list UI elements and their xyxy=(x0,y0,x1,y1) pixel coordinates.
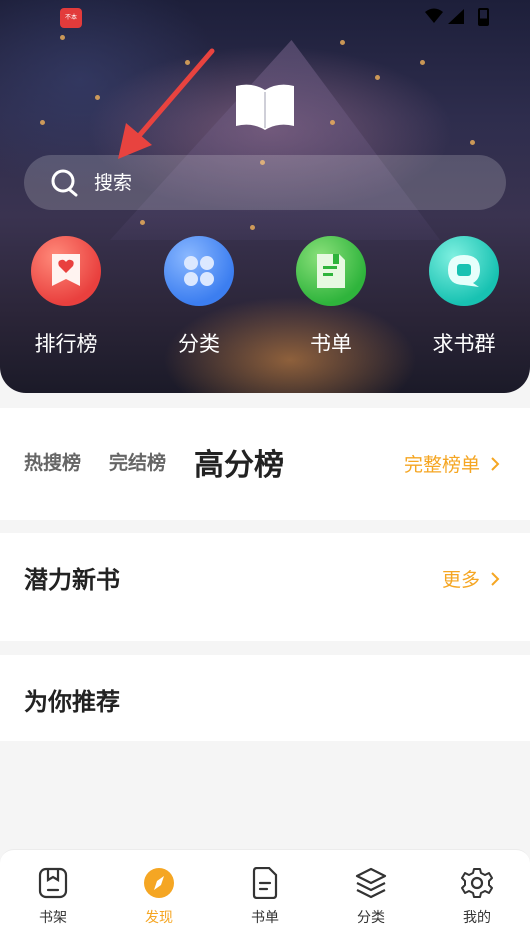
section-title: 为你推荐 xyxy=(24,688,120,716)
shortcut-label: 书单 xyxy=(310,332,352,356)
ranking-section: 热搜榜 完结榜 高分榜 完整榜单 xyxy=(0,408,530,520)
shortcut-ranking[interactable]: 排行榜 xyxy=(11,236,121,366)
lantern-light xyxy=(250,225,255,230)
status-bar: 不本 xyxy=(0,0,530,36)
section-title: 潜力新书 xyxy=(24,566,120,594)
app-notification-icon: 不本 xyxy=(60,8,82,28)
pointer-arrow-annotation xyxy=(118,48,215,159)
battery-icon xyxy=(478,8,489,26)
lantern-light xyxy=(375,75,380,80)
search-placeholder: 搜索 xyxy=(94,172,133,194)
gear-icon xyxy=(461,868,493,898)
lantern-light xyxy=(330,120,335,125)
nav-item-category[interactable]: 分类 xyxy=(318,850,424,942)
nav-label: 我的 xyxy=(463,910,491,926)
bottom-navigation: 书架 发现 书单 分类 我的 xyxy=(0,849,530,942)
new-books-section: 潜力新书 更多 xyxy=(0,533,530,641)
lantern-light xyxy=(95,95,100,100)
wifi-icon xyxy=(425,8,443,23)
search-bar[interactable]: 搜索 xyxy=(24,155,506,210)
chevron-right-icon xyxy=(491,456,500,471)
full-ranking-label: 完整榜单 xyxy=(403,454,480,476)
tab-completed[interactable]: 完结榜 xyxy=(109,448,166,475)
lantern-light xyxy=(420,60,425,65)
nav-label: 发现 xyxy=(145,910,173,926)
chevron-right-icon xyxy=(491,571,500,586)
nav-label: 分类 xyxy=(357,910,385,926)
lantern-light xyxy=(470,140,475,145)
discover-header: 不本 搜索 排行榜 分类 书单 求书群 xyxy=(0,0,530,393)
lantern-light xyxy=(340,40,345,45)
full-ranking-link[interactable]: 完整榜单 xyxy=(404,450,500,477)
more-label: 更多 xyxy=(441,569,480,591)
category-icon xyxy=(164,236,234,306)
bookshelf-icon xyxy=(38,867,68,899)
shortcut-label: 求书群 xyxy=(432,332,496,356)
nav-item-booklist[interactable]: 书单 xyxy=(212,850,318,942)
nav-item-bookshelf[interactable]: 书架 xyxy=(0,850,106,942)
chat-group-icon xyxy=(429,236,499,306)
shortcut-booklist[interactable]: 书单 xyxy=(276,236,386,366)
signal-icon xyxy=(448,9,464,24)
tab-hot-search[interactable]: 热搜榜 xyxy=(24,448,81,475)
document-icon xyxy=(252,867,278,899)
compass-icon xyxy=(144,868,174,898)
more-link[interactable]: 更多 xyxy=(442,565,500,592)
search-icon xyxy=(51,169,78,197)
shortcut-label: 排行榜 xyxy=(34,332,98,356)
nav-label: 书单 xyxy=(251,910,279,926)
book-logo-icon xyxy=(236,84,294,130)
nav-label: 书架 xyxy=(39,910,67,926)
booklist-icon xyxy=(296,236,366,306)
tab-high-score[interactable]: 高分榜 xyxy=(194,440,284,484)
nav-item-discover[interactable]: 发现 xyxy=(106,850,212,942)
shortcut-category[interactable]: 分类 xyxy=(144,236,254,366)
layers-icon xyxy=(355,867,387,899)
lantern-light xyxy=(40,120,45,125)
shortcut-chat-group[interactable]: 求书群 xyxy=(409,236,519,366)
shortcut-label: 分类 xyxy=(178,332,220,356)
lantern-light xyxy=(140,220,145,225)
recommend-section: 为你推荐 xyxy=(0,655,530,741)
nav-item-profile[interactable]: 我的 xyxy=(424,850,530,942)
ranking-icon xyxy=(31,236,101,306)
